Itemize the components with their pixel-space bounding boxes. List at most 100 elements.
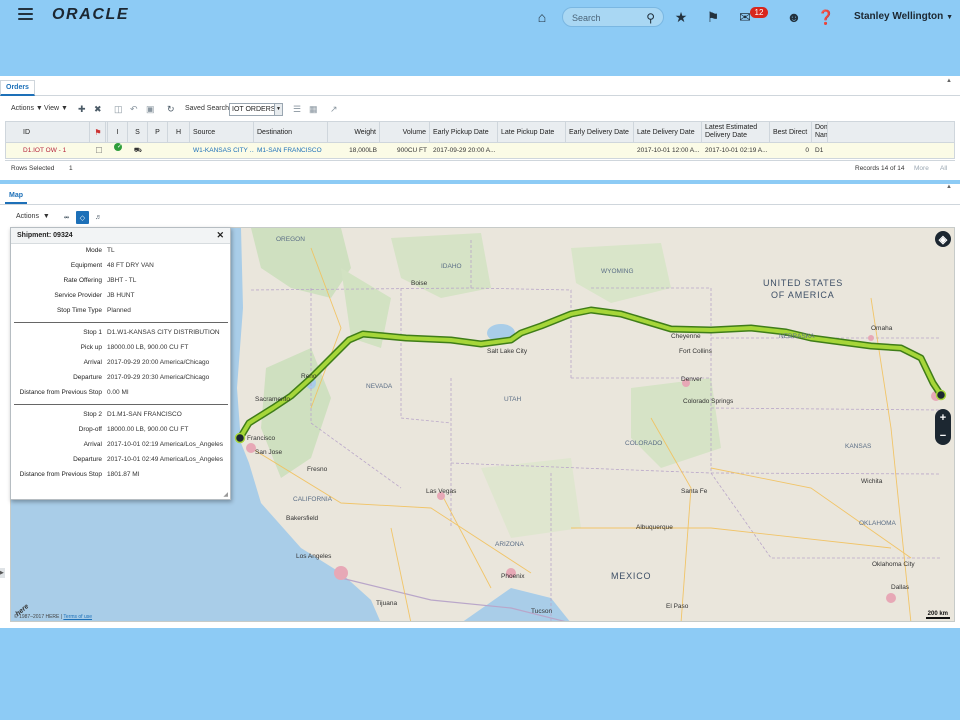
city-omaha: Omaha: [871, 325, 893, 332]
detail-row: Departure 2017-10-01 02:49 America/Los_An…: [11, 456, 232, 466]
accessibility-icon[interactable]: ☻: [786, 9, 802, 25]
detail-row: Drop-off 18000.00 LB, 900.00 CU FT: [11, 426, 232, 436]
collapse-icon[interactable]: ▲: [946, 78, 952, 84]
row-checkbox[interactable]: ☐: [90, 143, 108, 158]
undo-icon[interactable]: ↶: [130, 104, 138, 115]
sound-icon[interactable]: ♬: [92, 211, 105, 224]
detail-label: Equipment: [70, 262, 102, 269]
detail-label: Stop Time Type: [56, 307, 102, 314]
detail-value: 18000.00 LB, 900.00 CU FT: [107, 344, 189, 351]
global-header: ORACLE ⌂ ⚲ ★ ⚑ ✉ 12 ☻ ❓ Stanley Wellingt…: [0, 0, 960, 34]
col-i[interactable]: I: [108, 122, 128, 142]
global-search[interactable]: ⚲: [562, 7, 664, 27]
zoom-out-button[interactable]: −: [935, 427, 951, 445]
resize-handle-icon[interactable]: ◢: [223, 491, 228, 498]
city-tucson: Tucson: [531, 608, 553, 615]
popup-header: Shipment: 09324 ✕: [11, 228, 230, 244]
user-menu[interactable]: Stanley Wellington ▼: [854, 11, 953, 22]
city-salt-lake: Salt Lake City: [487, 348, 528, 355]
detail-row: Arrival 2017-09-29 20:00 America/Chicago: [11, 359, 232, 369]
col-flag[interactable]: ⚑: [90, 122, 108, 142]
collapse-icon[interactable]: ▲: [946, 184, 952, 190]
col-late-pickup[interactable]: Late Pickup Date: [498, 122, 566, 142]
saved-search-select[interactable]: IOT ORDERS ▼: [229, 103, 283, 116]
col-early-pickup[interactable]: Early Pickup Date: [430, 122, 498, 142]
more-link[interactable]: More: [914, 165, 929, 172]
col-volume[interactable]: Volume: [380, 122, 430, 142]
terms-of-use-link[interactable]: Terms of use: [63, 614, 92, 620]
detail-value: 2017-09-29 20:00 America/Chicago: [107, 359, 210, 366]
label-idaho: IDAHO: [441, 263, 462, 270]
layers-icon[interactable]: ◈: [935, 231, 951, 247]
detail-label: Arrival: [83, 441, 102, 448]
city-san-jose: San Jose: [255, 449, 283, 456]
search-input[interactable]: [572, 11, 644, 24]
city-phoenix: Phoenix: [501, 573, 525, 580]
add-icon[interactable]: ✚: [78, 104, 86, 115]
cell-id[interactable]: D1.IOT OW - 1: [20, 143, 90, 158]
favorites-star-icon[interactable]: ★: [673, 9, 689, 25]
close-icon[interactable]: ✕: [216, 230, 224, 241]
city-sacramento: Sacramento: [255, 396, 291, 403]
detail-row: Stop 2 D1.M1-SAN FRANCISCO: [11, 411, 232, 421]
cell-domain: D1: [815, 147, 824, 154]
detail-label: Arrival: [83, 359, 102, 366]
col-p[interactable]: P: [148, 122, 168, 142]
detail-view-icon[interactable]: ▦: [309, 104, 318, 115]
refresh-icon[interactable]: ↻: [167, 104, 175, 115]
label-usa: UNITED STATES: [763, 278, 844, 288]
detail-value: 2017-09-29 20:30 America/Chicago: [107, 374, 210, 381]
label-colorado: COLORADO: [625, 440, 663, 447]
col-late-delivery[interactable]: Late Delivery Date: [634, 122, 702, 142]
map-copyright: © 1987–2017 HERE | Terms of use: [14, 614, 93, 620]
copy-icon[interactable]: ◫: [114, 104, 123, 115]
help-icon[interactable]: ❓: [817, 9, 834, 25]
delete-icon[interactable]: ✖: [94, 104, 102, 115]
detail-row: Stop Time Type Planned: [11, 307, 232, 317]
orders-panel: Orders ▲ Actions ▼ View ▼ ✚ ✖ ◫ ↶ ▣ ↻ Sa…: [0, 76, 960, 180]
col-h[interactable]: H: [168, 122, 190, 142]
col-early-delivery[interactable]: Early Delivery Date: [566, 122, 634, 142]
col-id[interactable]: ID: [20, 122, 90, 142]
detail-row: Arrival 2017-10-01 02:19 America/Los_Ange…: [11, 441, 232, 451]
actions-menu[interactable]: Actions ▼: [11, 105, 43, 112]
detail-value: D1.W1-KANSAS CITY DISTRIBUTION: [107, 329, 220, 336]
flag-icon[interactable]: ⚑: [705, 9, 721, 25]
view-menu[interactable]: View ▼: [44, 105, 68, 112]
col-latest-estimated[interactable]: Latest Estimated Delivery Date: [702, 122, 770, 142]
search-icon[interactable]: ⚲: [646, 11, 655, 25]
table-row[interactable]: D1.IOT OW - 1 ☐ ✓ ⛟ W1-KANSAS CITY ... M…: [5, 143, 955, 159]
label-nebraska: NEBRASKA: [779, 333, 815, 340]
side-panel-handle[interactable]: ▶: [0, 568, 5, 578]
rows-selected-value: 1: [69, 165, 73, 172]
tab-map[interactable]: Map: [5, 190, 27, 204]
col-best-direct[interactable]: Best Direct: [770, 122, 812, 142]
city-albuquerque: Albuquerque: [636, 524, 673, 531]
cell-latest-estimated: 2017-10-01 02:19 A...: [705, 147, 768, 154]
detail-row: Equipment 48 FT DRY VAN: [11, 262, 232, 272]
tab-orders[interactable]: Orders: [0, 80, 35, 96]
col-s[interactable]: S: [128, 122, 148, 142]
label-utah: UTAH: [504, 396, 522, 403]
map-actions-menu[interactable]: Actions ▼: [16, 213, 50, 220]
stop-marker-origin: [935, 389, 947, 401]
col-destination[interactable]: Destination: [254, 122, 328, 142]
export-icon[interactable]: ↗: [330, 104, 338, 115]
col-weight[interactable]: Weight: [328, 122, 380, 142]
list-view-icon[interactable]: ☰: [293, 104, 301, 115]
col-domain[interactable]: Dom Nam: [812, 122, 828, 142]
detail-value: 2017-10-01 02:19 America/Los_Angeles: [107, 441, 223, 448]
cell-destination[interactable]: M1-SAN FRANCISCO: [254, 143, 328, 158]
city-tijuana: Tijuana: [376, 600, 398, 607]
home-icon[interactable]: ⌂: [534, 9, 550, 25]
col-source[interactable]: Source: [190, 122, 254, 142]
layers-toggle-icon[interactable]: ◇: [76, 211, 89, 224]
all-link[interactable]: All: [940, 165, 947, 172]
cell-source[interactable]: W1-KANSAS CITY ...: [190, 143, 254, 158]
save-icon[interactable]: ▣: [146, 104, 155, 115]
detail-value: JBHT - TL: [107, 277, 137, 284]
zoom-in-button[interactable]: +: [935, 409, 951, 427]
hamburger-menu-icon[interactable]: [18, 8, 33, 20]
route-icon[interactable]: ⥈: [60, 211, 73, 224]
city-boise: Boise: [411, 280, 428, 287]
